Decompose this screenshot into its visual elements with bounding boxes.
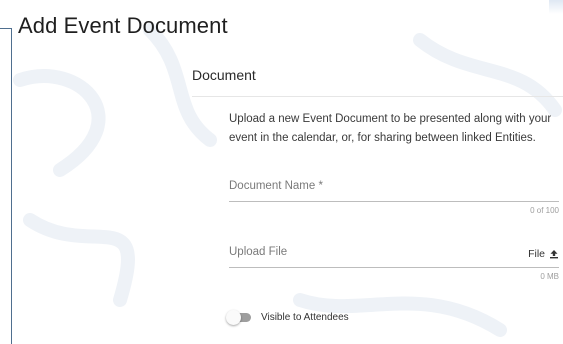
section-description: Upload a new Event Document to be presen…	[229, 113, 552, 144]
toggle-label: Visible to Attendees	[261, 312, 349, 323]
document-name-field[interactable]: Document Name * 0 of 100	[229, 180, 559, 215]
file-size: 0 MB	[540, 272, 559, 281]
document-name-label: Document Name *	[229, 180, 323, 192]
frame-line	[11, 28, 12, 344]
file-upload-button[interactable]: File	[528, 248, 559, 260]
document-name-underline	[229, 201, 559, 202]
toggle-track[interactable]	[226, 310, 251, 325]
window-corner	[549, 0, 563, 14]
section-label: Document	[192, 67, 256, 83]
section-divider	[192, 96, 563, 97]
visible-to-attendees-toggle[interactable]: Visible to Attendees	[226, 310, 349, 325]
character-counter: 0 of 100	[530, 206, 559, 215]
toggle-thumb	[226, 310, 241, 325]
upload-file-field[interactable]: Upload File File 0 MB	[229, 246, 559, 281]
upload-icon	[550, 250, 558, 259]
upload-file-underline	[229, 267, 559, 268]
dialog-title: Add Event Document	[18, 13, 228, 38]
upload-file-label: Upload File	[229, 246, 288, 258]
background-texture	[13, 23, 562, 337]
file-button-label: File	[528, 248, 545, 260]
